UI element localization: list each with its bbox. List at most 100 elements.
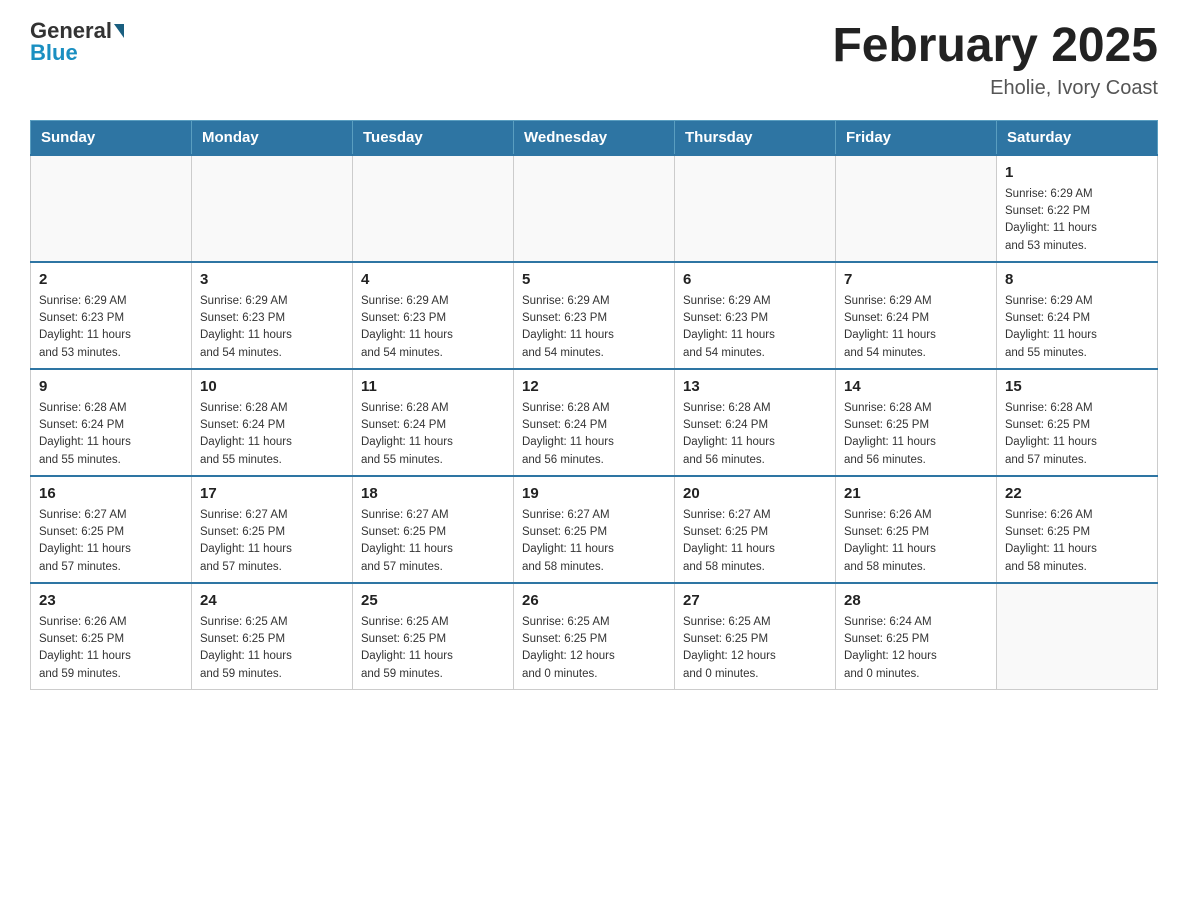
calendar-cell [353, 155, 514, 262]
day-info: Sunrise: 6:29 AM Sunset: 6:24 PM Dayligh… [844, 293, 988, 362]
day-number: 21 [844, 483, 988, 504]
calendar-cell: 7 Sunrise: 6:29 AM Sunset: 6:24 PM Daylig… [836, 262, 997, 369]
calendar-cell: 27 Sunrise: 6:25 AM Sunset: 6:25 PM Dayli… [675, 583, 836, 690]
day-number: 18 [361, 483, 505, 504]
calendar-cell: 4 Sunrise: 6:29 AM Sunset: 6:23 PM Daylig… [353, 262, 514, 369]
day-info: Sunrise: 6:25 AM Sunset: 6:25 PM Dayligh… [683, 614, 827, 683]
week-row-4: 16 Sunrise: 6:27 AM Sunset: 6:25 PM Dayli… [31, 476, 1158, 583]
calendar-cell [31, 155, 192, 262]
day-info: Sunrise: 6:25 AM Sunset: 6:25 PM Dayligh… [361, 614, 505, 683]
day-number: 7 [844, 269, 988, 290]
day-info: Sunrise: 6:27 AM Sunset: 6:25 PM Dayligh… [683, 507, 827, 576]
calendar-cell: 18 Sunrise: 6:27 AM Sunset: 6:25 PM Dayli… [353, 476, 514, 583]
week-row-2: 2 Sunrise: 6:29 AM Sunset: 6:23 PM Daylig… [31, 262, 1158, 369]
calendar-table: SundayMondayTuesdayWednesdayThursdayFrid… [30, 120, 1158, 690]
day-info: Sunrise: 6:29 AM Sunset: 6:23 PM Dayligh… [361, 293, 505, 362]
day-number: 8 [1005, 269, 1149, 290]
week-row-3: 9 Sunrise: 6:28 AM Sunset: 6:24 PM Daylig… [31, 369, 1158, 476]
day-number: 15 [1005, 376, 1149, 397]
day-number: 23 [39, 590, 183, 611]
day-number: 5 [522, 269, 666, 290]
day-info: Sunrise: 6:28 AM Sunset: 6:24 PM Dayligh… [522, 400, 666, 469]
day-info: Sunrise: 6:24 AM Sunset: 6:25 PM Dayligh… [844, 614, 988, 683]
day-number: 28 [844, 590, 988, 611]
logo: General Blue [30, 20, 124, 64]
day-info: Sunrise: 6:26 AM Sunset: 6:25 PM Dayligh… [39, 614, 183, 683]
weekday-header-wednesday: Wednesday [514, 120, 675, 155]
day-number: 1 [1005, 162, 1149, 183]
day-info: Sunrise: 6:27 AM Sunset: 6:25 PM Dayligh… [39, 507, 183, 576]
calendar-cell: 15 Sunrise: 6:28 AM Sunset: 6:25 PM Dayli… [997, 369, 1158, 476]
day-info: Sunrise: 6:29 AM Sunset: 6:23 PM Dayligh… [683, 293, 827, 362]
day-number: 24 [200, 590, 344, 611]
calendar-cell: 22Sunrise: 6:26 AM Sunset: 6:25 PM Dayli… [997, 476, 1158, 583]
weekday-header-row: SundayMondayTuesdayWednesdayThursdayFrid… [31, 120, 1158, 155]
weekday-header-friday: Friday [836, 120, 997, 155]
weekday-header-monday: Monday [192, 120, 353, 155]
day-info: Sunrise: 6:27 AM Sunset: 6:25 PM Dayligh… [200, 507, 344, 576]
day-number: 16 [39, 483, 183, 504]
day-number: 13 [683, 376, 827, 397]
day-info: Sunrise: 6:26 AM Sunset: 6:25 PM Dayligh… [844, 507, 988, 576]
day-number: 14 [844, 376, 988, 397]
day-info: Sunrise: 6:29 AM Sunset: 6:23 PM Dayligh… [200, 293, 344, 362]
day-number: 3 [200, 269, 344, 290]
calendar-cell: 26 Sunrise: 6:25 AM Sunset: 6:25 PM Dayli… [514, 583, 675, 690]
weekday-header-saturday: Saturday [997, 120, 1158, 155]
day-number: 20 [683, 483, 827, 504]
week-row-5: 23 Sunrise: 6:26 AM Sunset: 6:25 PM Dayli… [31, 583, 1158, 690]
day-info: Sunrise: 6:28 AM Sunset: 6:24 PM Dayligh… [361, 400, 505, 469]
day-info: Sunrise: 6:29 AM Sunset: 6:22 PM Dayligh… [1005, 186, 1149, 255]
calendar-cell: 21 Sunrise: 6:26 AM Sunset: 6:25 PM Dayli… [836, 476, 997, 583]
calendar-cell: 8 Sunrise: 6:29 AM Sunset: 6:24 PM Daylig… [997, 262, 1158, 369]
day-info: Sunrise: 6:27 AM Sunset: 6:25 PM Dayligh… [361, 507, 505, 576]
weekday-header-thursday: Thursday [675, 120, 836, 155]
calendar-cell: 28 Sunrise: 6:24 AM Sunset: 6:25 PM Dayli… [836, 583, 997, 690]
month-title: February 2025 [832, 20, 1158, 73]
calendar-cell [675, 155, 836, 262]
day-info: Sunrise: 6:25 AM Sunset: 6:25 PM Dayligh… [200, 614, 344, 683]
calendar-cell: 24 Sunrise: 6:25 AM Sunset: 6:25 PM Dayli… [192, 583, 353, 690]
calendar-cell: 20 Sunrise: 6:27 AM Sunset: 6:25 PM Dayli… [675, 476, 836, 583]
calendar-cell: 10 Sunrise: 6:28 AM Sunset: 6:24 PM Dayli… [192, 369, 353, 476]
day-number: 10 [200, 376, 344, 397]
day-info: Sunrise: 6:28 AM Sunset: 6:24 PM Dayligh… [683, 400, 827, 469]
logo-general-text: General [30, 20, 112, 42]
calendar-cell: 14 Sunrise: 6:28 AM Sunset: 6:25 PM Dayli… [836, 369, 997, 476]
day-info: Sunrise: 6:29 AM Sunset: 6:23 PM Dayligh… [522, 293, 666, 362]
title-block: February 2025 Eholie, Ivory Coast [832, 20, 1158, 100]
calendar-cell: 11 Sunrise: 6:28 AM Sunset: 6:24 PM Dayli… [353, 369, 514, 476]
day-info: Sunrise: 6:26 AM Sunset: 6:25 PM Dayligh… [1005, 507, 1149, 576]
calendar-cell: 19Sunrise: 6:27 AM Sunset: 6:25 PM Dayli… [514, 476, 675, 583]
day-number: 4 [361, 269, 505, 290]
day-number: 2 [39, 269, 183, 290]
calendar-cell: 2Sunrise: 6:29 AM Sunset: 6:23 PM Daylig… [31, 262, 192, 369]
calendar-cell [192, 155, 353, 262]
day-number: 26 [522, 590, 666, 611]
calendar-cell: 23 Sunrise: 6:26 AM Sunset: 6:25 PM Dayli… [31, 583, 192, 690]
calendar-cell: 6 Sunrise: 6:29 AM Sunset: 6:23 PM Daylig… [675, 262, 836, 369]
weekday-header-tuesday: Tuesday [353, 120, 514, 155]
day-number: 11 [361, 376, 505, 397]
day-number: 12 [522, 376, 666, 397]
calendar-cell [836, 155, 997, 262]
day-info: Sunrise: 6:29 AM Sunset: 6:24 PM Dayligh… [1005, 293, 1149, 362]
logo-blue-text: Blue [30, 42, 78, 64]
calendar-cell: 3 Sunrise: 6:29 AM Sunset: 6:23 PM Daylig… [192, 262, 353, 369]
calendar-cell: 12 Sunrise: 6:28 AM Sunset: 6:24 PM Dayli… [514, 369, 675, 476]
day-info: Sunrise: 6:28 AM Sunset: 6:25 PM Dayligh… [1005, 400, 1149, 469]
day-number: 27 [683, 590, 827, 611]
weekday-header-sunday: Sunday [31, 120, 192, 155]
day-number: 25 [361, 590, 505, 611]
day-info: Sunrise: 6:28 AM Sunset: 6:24 PM Dayligh… [200, 400, 344, 469]
calendar-cell [514, 155, 675, 262]
day-info: Sunrise: 6:25 AM Sunset: 6:25 PM Dayligh… [522, 614, 666, 683]
calendar-cell [997, 583, 1158, 690]
day-info: Sunrise: 6:28 AM Sunset: 6:25 PM Dayligh… [844, 400, 988, 469]
day-number: 9 [39, 376, 183, 397]
day-info: Sunrise: 6:27 AM Sunset: 6:25 PM Dayligh… [522, 507, 666, 576]
calendar-cell: 16 Sunrise: 6:27 AM Sunset: 6:25 PM Dayli… [31, 476, 192, 583]
calendar-cell: 17Sunrise: 6:27 AM Sunset: 6:25 PM Dayli… [192, 476, 353, 583]
day-number: 6 [683, 269, 827, 290]
page-header: General Blue February 2025 Eholie, Ivory… [30, 20, 1158, 100]
